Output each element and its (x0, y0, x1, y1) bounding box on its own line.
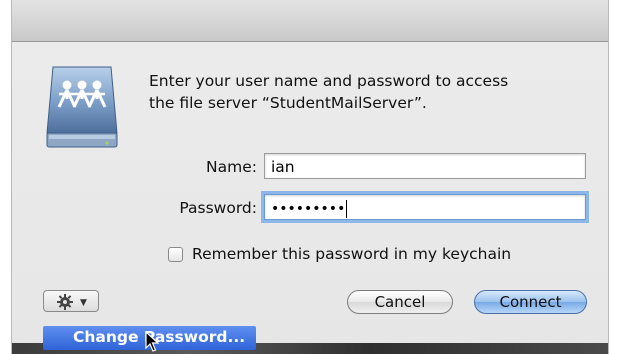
password-value: ••••••••• (271, 201, 346, 217)
message-line-2: the file server “StudentMailServer”. (149, 94, 427, 112)
password-label: Password: (179, 199, 257, 217)
message-line-1: Enter your user name and password to acc… (149, 72, 509, 90)
connect-dialog: Enter your user name and password to acc… (11, 0, 609, 354)
text-caret (346, 199, 348, 218)
name-field[interactable]: ian (264, 153, 586, 179)
remember-password-checkbox[interactable] (168, 247, 183, 262)
remember-password-label[interactable]: Remember this password in my keychain (192, 245, 511, 263)
password-field[interactable]: ••••••••• (264, 194, 586, 220)
menu-item-label: Change Password... (73, 328, 246, 346)
gear-icon (57, 294, 73, 310)
dialog-message: Enter your user name and password to acc… (149, 70, 589, 114)
mouse-pointer-icon (145, 331, 159, 352)
file-server-icon (46, 66, 118, 148)
dropdown-triangle-icon: ▼ (80, 298, 87, 308)
cancel-button[interactable]: Cancel (347, 290, 453, 314)
window-titlebar (12, 0, 608, 42)
connect-button[interactable]: Connect (474, 290, 587, 314)
name-value: ian (271, 158, 295, 176)
name-label: Name: (206, 158, 257, 176)
action-menu-button[interactable]: ▼ (43, 290, 99, 312)
